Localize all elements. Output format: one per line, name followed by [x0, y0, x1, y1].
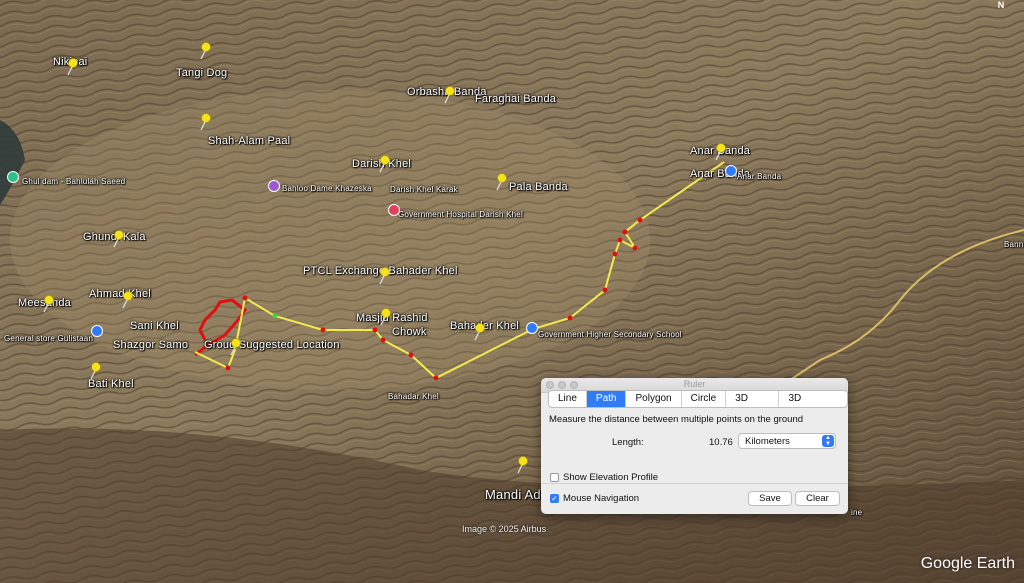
place-label[interactable]: General store Gulistaan [4, 334, 93, 343]
tab-line[interactable]: Line [549, 391, 587, 407]
unit-select[interactable]: Kilometers ▲ ▼ [738, 433, 836, 449]
place-label[interactable]: Faraghai Banda [475, 93, 556, 105]
save-button[interactable]: Save [748, 491, 792, 506]
poi-marker-icon[interactable] [7, 171, 19, 183]
place-label[interactable]: Government Higher Secondary School [538, 330, 682, 339]
tab-3d-path[interactable]: 3D path [726, 391, 780, 407]
yellow-pushpin-icon[interactable] [471, 323, 487, 341]
yellow-pushpin-icon[interactable] [514, 456, 530, 474]
poi-marker-icon[interactable] [725, 165, 737, 177]
place-label[interactable]: Banna [1004, 240, 1024, 249]
ruler-title: Ruler [683, 379, 706, 389]
mouse-navigation-checkbox[interactable]: ✓ [550, 494, 559, 503]
show-elevation-label: Show Elevation Profile [563, 472, 659, 483]
place-label[interactable]: Bahadar Khel [388, 392, 439, 401]
yellow-pushpin-icon[interactable] [377, 308, 393, 326]
place-label[interactable]: Pala Banda [509, 181, 568, 193]
poi-marker-icon[interactable] [526, 322, 538, 334]
place-label[interactable]: Government Hospital Darish Khel [398, 210, 523, 219]
ruler-mode-tabs: LinePathPolygonCircle3D path3D polygon [548, 390, 848, 408]
tab-path[interactable]: Path [586, 391, 627, 407]
yellow-pushpin-icon[interactable] [64, 58, 80, 76]
yellow-pushpin-icon[interactable] [87, 362, 103, 380]
place-label[interactable]: Groud Suggested Location [204, 339, 340, 351]
unit-select-value: Kilometers [745, 436, 790, 447]
yellow-pushpin-icon[interactable] [493, 173, 509, 191]
yellow-pushpin-icon[interactable] [110, 230, 126, 248]
tab-circle[interactable]: Circle [682, 391, 727, 407]
poi-marker-icon[interactable] [268, 180, 280, 192]
tab-3d-polygon[interactable]: 3D polygon [779, 391, 847, 407]
length-label: Length: [612, 437, 644, 448]
tab-polygon[interactable]: Polygon [626, 391, 682, 407]
yellow-pushpin-icon[interactable] [712, 143, 728, 161]
place-label[interactable]: Tangi Dog [176, 67, 227, 79]
ruler-description: Measure the distance between multiple po… [549, 414, 804, 425]
place-label[interactable]: Chowk [392, 326, 427, 338]
place-label[interactable]: Ghul dam - Bahlulah Saeed [22, 177, 125, 186]
place-label[interactable]: Darish Khel Karak [390, 185, 458, 194]
yellow-pushpin-icon[interactable] [441, 86, 457, 104]
place-label[interactable]: Anar Banda [737, 172, 781, 181]
yellow-pushpin-icon[interactable] [197, 42, 213, 60]
place-label[interactable]: ine [851, 508, 862, 517]
place-label[interactable]: Shah-Alam Paal [208, 135, 290, 147]
imagery-credit: Image © 2025 Airbus [462, 524, 547, 534]
show-elevation-checkbox[interactable] [550, 473, 559, 482]
divider [541, 483, 848, 484]
ruler-dialog: Ruler LinePathPolygonCircle3D path3D pol… [541, 378, 848, 514]
yellow-pushpin-icon[interactable] [227, 338, 243, 356]
poi-marker-icon[interactable] [388, 204, 400, 216]
mouse-navigation-label: Mouse Navigation [563, 493, 640, 504]
yellow-pushpin-icon[interactable] [197, 113, 213, 131]
length-value: 10.76 [709, 437, 733, 448]
yellow-pushpin-icon[interactable] [40, 295, 56, 313]
place-label[interactable]: Mandi Ad [485, 487, 541, 502]
poi-marker-icon[interactable] [91, 325, 103, 337]
yellow-pushpin-icon[interactable] [376, 155, 392, 173]
clear-button[interactable]: Clear [795, 491, 840, 506]
yellow-pushpin-icon[interactable] [119, 291, 135, 309]
yellow-pushpin-icon[interactable] [376, 267, 392, 285]
chevron-up-down-icon: ▲ ▼ [822, 435, 834, 447]
place-label[interactable]: Bahloo Dame Khazeska [282, 184, 372, 193]
compass-icon[interactable]: N [994, 0, 1008, 14]
place-label[interactable]: Shazgor Samo [113, 339, 188, 351]
place-label[interactable]: Sani Khel [130, 320, 179, 332]
google-earth-logo: Google Earth [920, 555, 1015, 572]
